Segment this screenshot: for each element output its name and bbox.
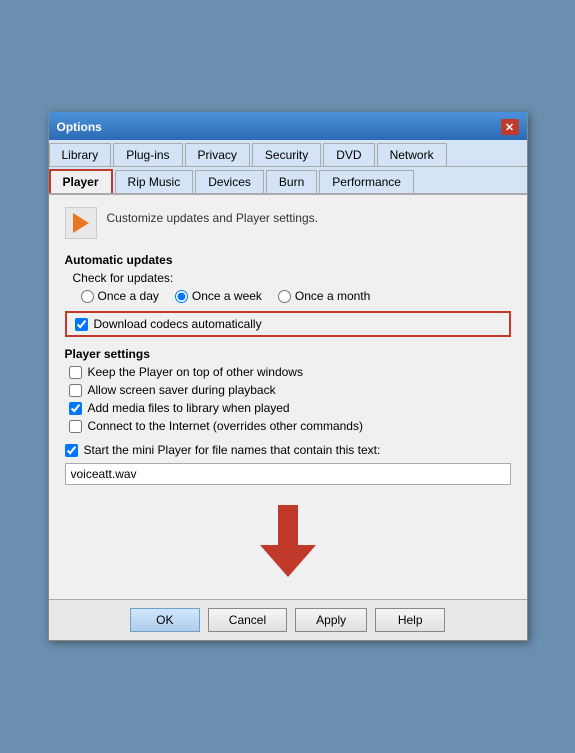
keep-on-top-label: Keep the Player on top of other windows: [88, 365, 303, 379]
radio-once-a-day[interactable]: Once a day: [81, 289, 159, 303]
mini-player-row: Start the mini Player for file names tha…: [65, 443, 511, 457]
title-bar: Options ✕: [49, 114, 527, 140]
arrow-head: [260, 545, 316, 577]
codecs-box: Download codecs automatically: [65, 311, 511, 337]
tab-security[interactable]: Security: [252, 143, 321, 166]
allow-screensaver-label: Allow screen saver during playback: [88, 383, 276, 397]
radio-once-a-month-input[interactable]: [278, 290, 291, 303]
checkbox-add-media[interactable]: Add media files to library when played: [69, 401, 511, 415]
content-area: Customize updates and Player settings. A…: [49, 195, 527, 599]
mini-player-checkbox[interactable]: [65, 444, 78, 457]
tab-devices[interactable]: Devices: [195, 170, 264, 193]
options-dialog: Options ✕ Library Plug-ins Privacy Secur…: [48, 112, 528, 641]
checkbox-keep-on-top[interactable]: Keep the Player on top of other windows: [69, 365, 511, 379]
bottom-bar: OK Cancel Apply Help: [49, 599, 527, 640]
player-icon: [65, 207, 97, 239]
player-settings-section: Player settings Keep the Player on top o…: [65, 347, 511, 433]
radio-once-a-week-input[interactable]: [175, 290, 188, 303]
down-arrow-icon: [260, 505, 316, 577]
tab-dvd[interactable]: DVD: [323, 143, 374, 166]
tab-network[interactable]: Network: [377, 143, 447, 166]
arrow-container: [65, 505, 511, 577]
close-button[interactable]: ✕: [501, 119, 519, 135]
play-triangle-icon: [73, 213, 89, 233]
tab-performance[interactable]: Performance: [319, 170, 414, 193]
tab-library[interactable]: Library: [49, 143, 112, 166]
keep-on-top-input[interactable]: [69, 366, 82, 379]
download-codecs-label[interactable]: Download codecs automatically: [94, 317, 262, 331]
allow-screensaver-input[interactable]: [69, 384, 82, 397]
header-section: Customize updates and Player settings.: [65, 207, 511, 239]
checkbox-allow-screensaver[interactable]: Allow screen saver during playback: [69, 383, 511, 397]
tab-privacy[interactable]: Privacy: [185, 143, 250, 166]
radio-once-a-month[interactable]: Once a month: [278, 289, 370, 303]
add-media-input[interactable]: [69, 402, 82, 415]
tab-player[interactable]: Player: [49, 169, 113, 193]
help-button[interactable]: Help: [375, 608, 445, 632]
add-media-label: Add media files to library when played: [88, 401, 290, 415]
tabs-row1: Library Plug-ins Privacy Security DVD Ne…: [49, 140, 527, 167]
radio-group: Once a day Once a week Once a month: [81, 289, 511, 303]
dialog-title: Options: [57, 120, 102, 134]
connect-internet-input[interactable]: [69, 420, 82, 433]
radio-once-a-week[interactable]: Once a week: [175, 289, 262, 303]
download-codecs-checkbox[interactable]: [75, 318, 88, 331]
checkbox-connect-internet[interactable]: Connect to the Internet (overrides other…: [69, 419, 511, 433]
check-for-updates-label: Check for updates:: [73, 271, 511, 285]
player-settings-title: Player settings: [65, 347, 511, 361]
apply-button[interactable]: Apply: [295, 608, 367, 632]
mini-player-input[interactable]: [65, 463, 511, 485]
radio-once-a-day-label: Once a day: [98, 289, 159, 303]
tab-rip-music[interactable]: Rip Music: [115, 170, 194, 193]
automatic-updates-section: Automatic updates Check for updates: Onc…: [65, 253, 511, 337]
arrow-shaft: [278, 505, 298, 545]
tabs-row2: Player Rip Music Devices Burn Performanc…: [49, 167, 527, 195]
connect-internet-label: Connect to the Internet (overrides other…: [88, 419, 363, 433]
tab-burn[interactable]: Burn: [266, 170, 317, 193]
ok-button[interactable]: OK: [130, 608, 200, 632]
mini-player-label[interactable]: Start the mini Player for file names tha…: [84, 443, 381, 457]
radio-once-a-month-label: Once a month: [295, 289, 370, 303]
radio-once-a-week-label: Once a week: [192, 289, 262, 303]
mini-player-section: Start the mini Player for file names tha…: [65, 443, 511, 485]
cancel-button[interactable]: Cancel: [208, 608, 287, 632]
radio-once-a-day-input[interactable]: [81, 290, 94, 303]
header-description: Customize updates and Player settings.: [107, 207, 318, 225]
automatic-updates-title: Automatic updates: [65, 253, 511, 267]
tab-plugins[interactable]: Plug-ins: [113, 143, 182, 166]
